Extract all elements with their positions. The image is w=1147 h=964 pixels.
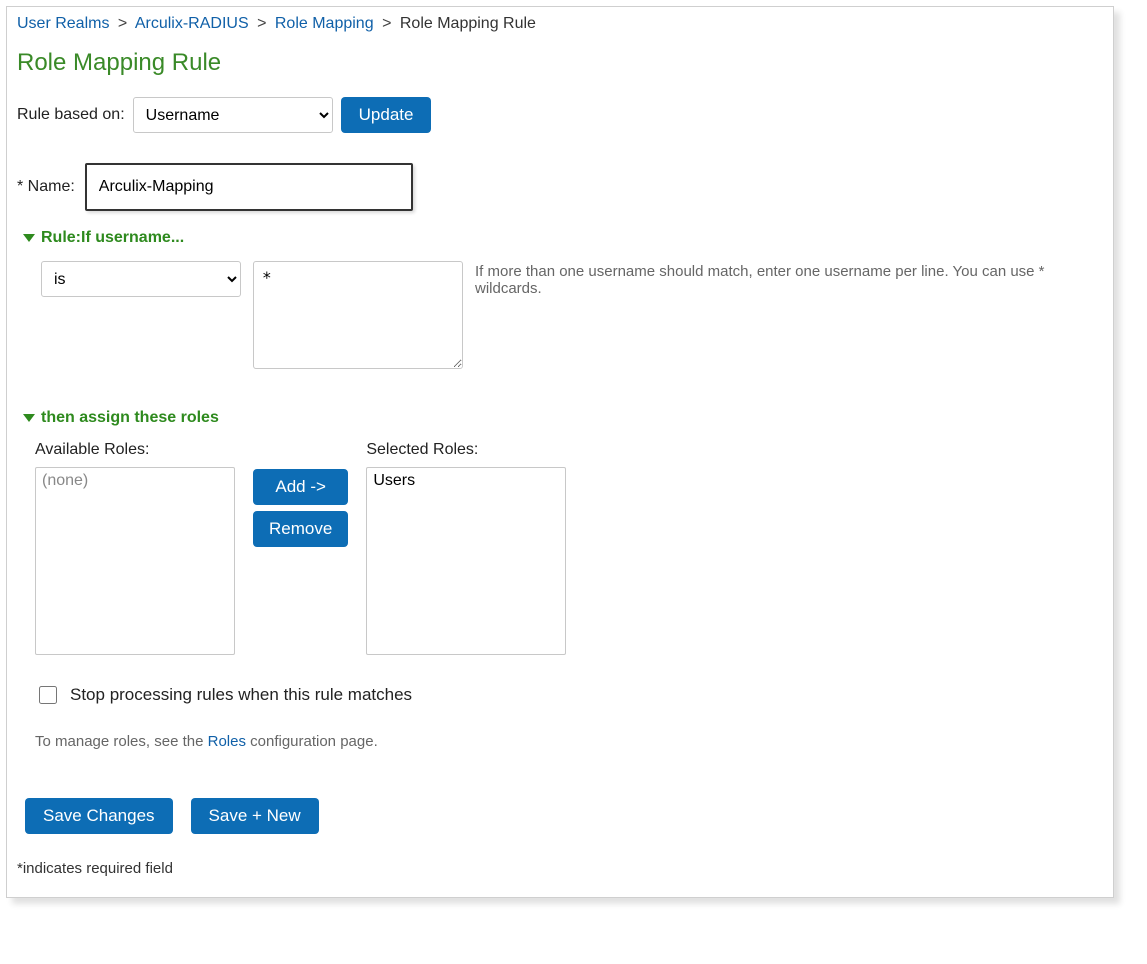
name-input[interactable]	[85, 163, 413, 211]
stop-processing-label: Stop processing rules when this rule mat…	[70, 685, 412, 705]
roles-body: Available Roles: (none) Add -> Remove Se…	[35, 441, 1103, 750]
match-textarea[interactable]: *	[253, 261, 463, 369]
selected-roles-list[interactable]: Users	[366, 467, 566, 655]
manage-roles-note-pre: To manage roles, see the	[35, 733, 208, 750]
chevron-down-icon	[23, 414, 35, 422]
selected-roles-option[interactable]: Users	[371, 472, 561, 492]
rule-basis-row: Rule based on: Username Update	[17, 97, 1103, 133]
breadcrumb-sep: >	[378, 15, 395, 32]
required-note: *indicates required field	[17, 860, 1103, 877]
remove-role-button[interactable]: Remove	[253, 511, 348, 547]
assign-section-heading-text: then assign these roles	[41, 409, 219, 427]
rule-section-heading[interactable]: Rule:If username...	[23, 229, 1103, 247]
name-label: * Name:	[17, 178, 75, 196]
stop-processing-row: Stop processing rules when this rule mat…	[35, 683, 1103, 707]
rule-basis-label: Rule based on:	[17, 106, 125, 124]
selected-roles-label: Selected Roles:	[366, 441, 566, 459]
available-roles-list[interactable]: (none)	[35, 467, 235, 655]
footer-buttons: Save Changes Save + New	[25, 798, 1103, 834]
match-hint: If more than one username should match, …	[475, 261, 1103, 297]
chevron-down-icon	[23, 234, 35, 242]
selected-roles-col: Selected Roles: Users	[366, 441, 566, 655]
breadcrumb: User Realms > Arculix-RADIUS > Role Mapp…	[17, 13, 1103, 43]
roles-buttons: Add -> Remove	[253, 441, 348, 547]
available-roles-placeholder: (none)	[40, 472, 230, 492]
manage-roles-note: To manage roles, see the Roles configura…	[35, 733, 1103, 750]
roles-layout: Available Roles: (none) Add -> Remove Se…	[35, 441, 1103, 655]
rule-basis-select[interactable]: Username	[133, 97, 333, 133]
update-button[interactable]: Update	[341, 97, 432, 133]
manage-roles-note-post: configuration page.	[246, 733, 378, 750]
stop-processing-checkbox[interactable]	[39, 686, 57, 704]
save-changes-button[interactable]: Save Changes	[25, 798, 173, 834]
add-role-button[interactable]: Add ->	[253, 469, 348, 505]
available-roles-col: Available Roles: (none)	[35, 441, 235, 655]
breadcrumb-role-mapping[interactable]: Role Mapping	[275, 15, 374, 32]
rule-body: is * If more than one username should ma…	[41, 261, 1103, 369]
page-title: Role Mapping Rule	[17, 49, 1103, 77]
condition-select[interactable]: is	[41, 261, 241, 297]
breadcrumb-sep: >	[253, 15, 270, 32]
save-new-button[interactable]: Save + New	[191, 798, 319, 834]
name-row: * Name:	[17, 163, 1103, 211]
breadcrumb-user-realms[interactable]: User Realms	[17, 15, 109, 32]
rule-section-heading-text: Rule:If username...	[41, 229, 184, 247]
breadcrumb-current: Role Mapping Rule	[400, 15, 536, 32]
breadcrumb-arculix-radius[interactable]: Arculix-RADIUS	[135, 15, 249, 32]
available-roles-label: Available Roles:	[35, 441, 235, 459]
breadcrumb-sep: >	[114, 15, 131, 32]
roles-link[interactable]: Roles	[208, 733, 246, 750]
assign-section-heading[interactable]: then assign these roles	[23, 409, 1103, 427]
